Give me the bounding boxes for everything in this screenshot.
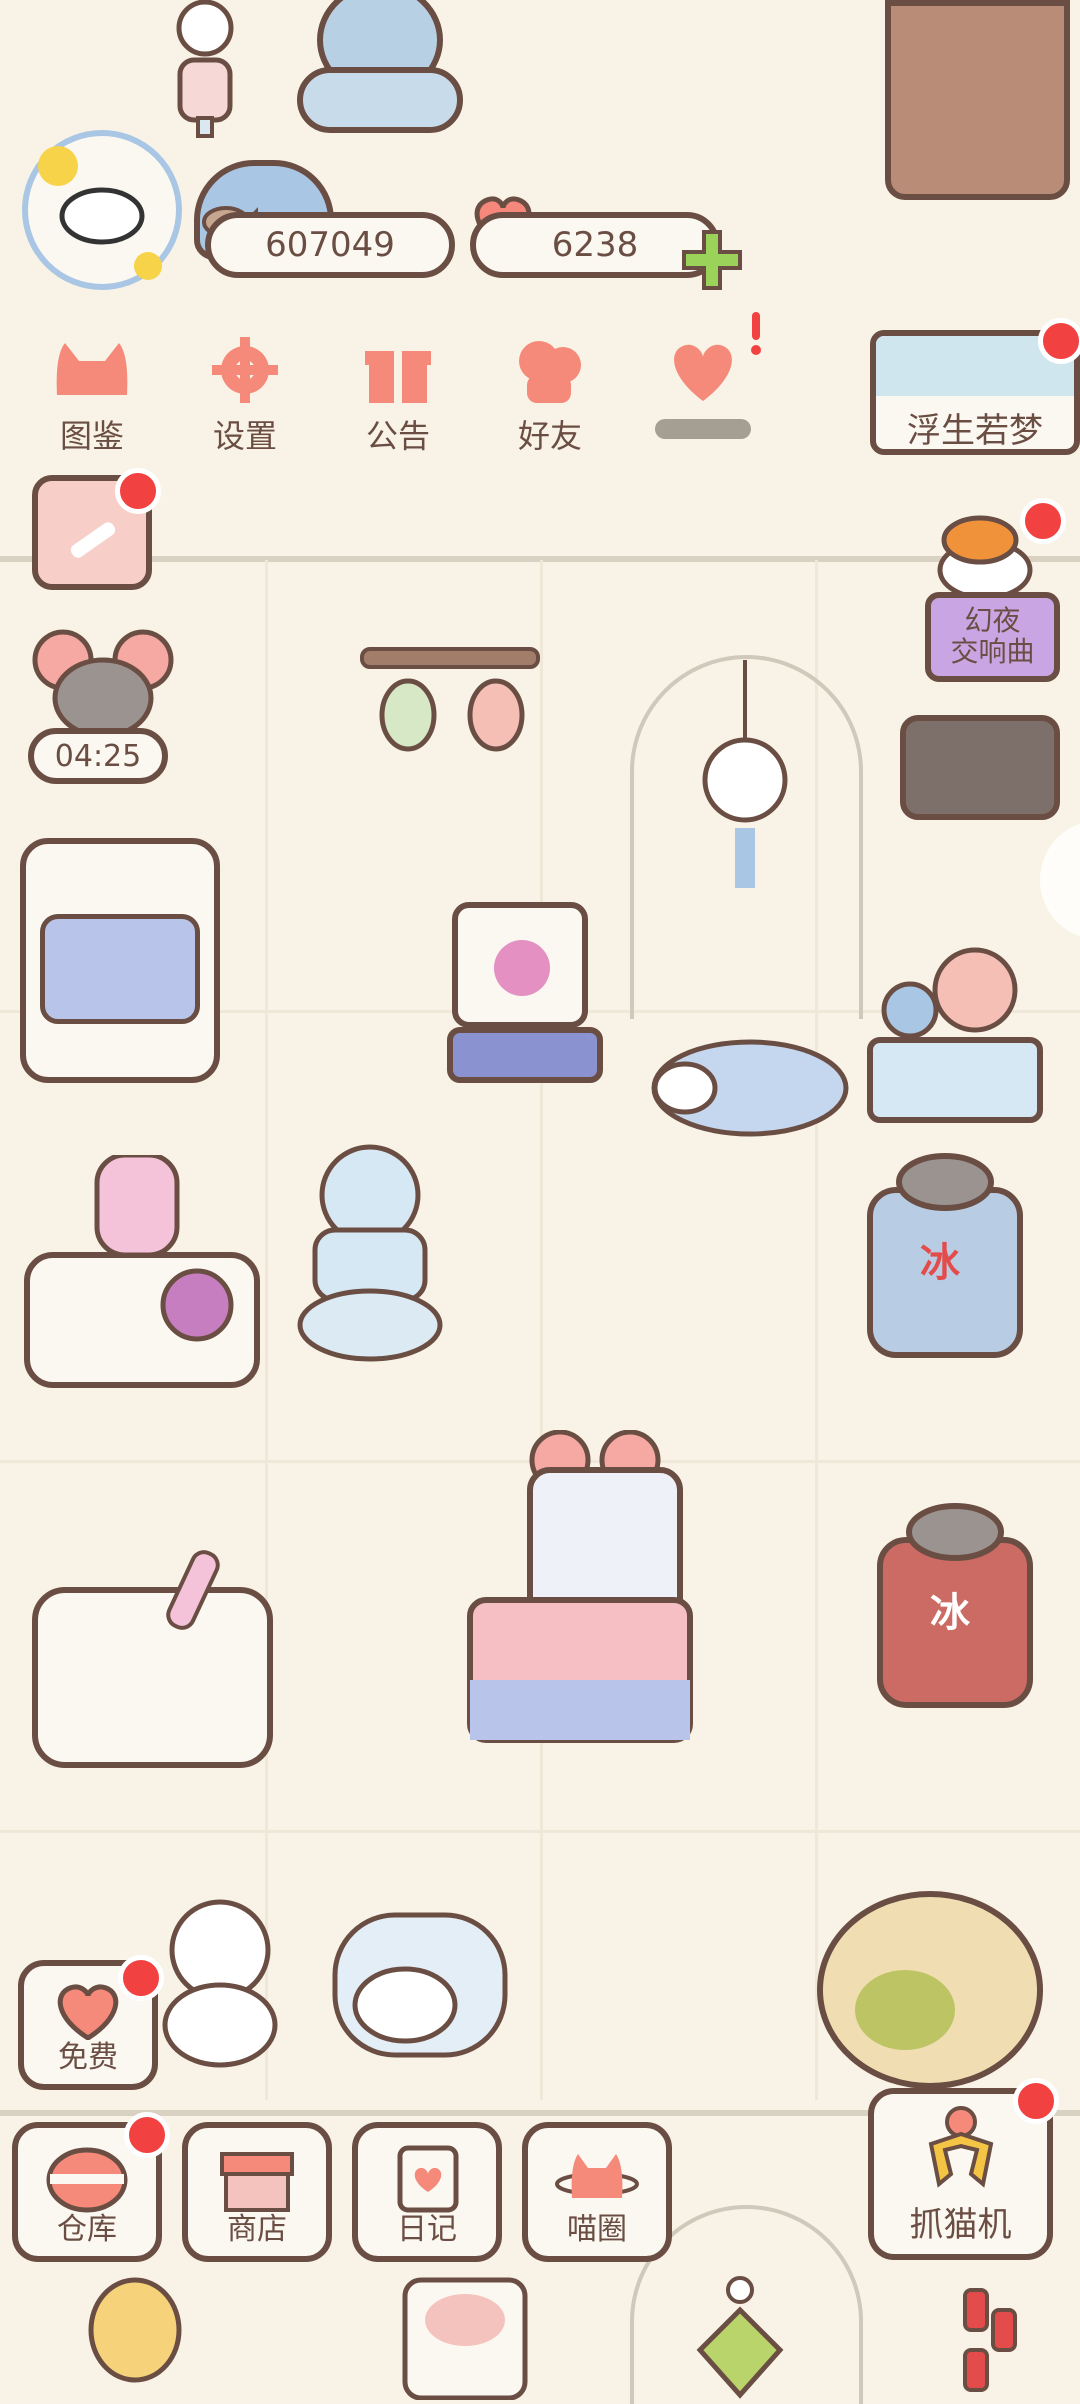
wardrobe-decor[interactable]	[885, 0, 1070, 200]
shaved-ice-machine-red[interactable]: 冰	[870, 1500, 1055, 1715]
gift-icon	[353, 335, 443, 405]
menu-notice-label: 公告	[365, 417, 430, 455]
nav-storage-label: 仓库	[57, 2212, 117, 2247]
event-sign-line2: 交响曲	[950, 635, 1035, 668]
menu-settings[interactable]: 设置	[175, 325, 315, 465]
plus-icon	[682, 230, 742, 290]
gear-icon	[200, 335, 290, 405]
floor-grid-line	[265, 560, 268, 2100]
fish-coin-counter: 607049	[205, 212, 455, 278]
easel-painting-decor[interactable]	[440, 900, 610, 1090]
free-gift-label: 免费	[58, 2040, 118, 2075]
shaved-ice-machine-blue[interactable]: 冰	[860, 1150, 1045, 1365]
menu-heart-tap-bar	[655, 419, 751, 439]
vending-fridge-decor[interactable]	[20, 838, 220, 1083]
nav-cat-circle-label: 喵圈	[567, 2212, 627, 2247]
event-banner-label: 浮生若梦	[907, 411, 1043, 451]
nav-cat-circle[interactable]: 喵圈	[522, 2122, 672, 2262]
seal-bed-decor[interactable]	[325, 1905, 515, 2065]
timer-widget[interactable]: 04:25	[28, 620, 178, 785]
nav-diary[interactable]: 日记	[352, 2122, 502, 2262]
timer-pill: 04:25	[28, 728, 168, 784]
firecracker-decor[interactable]	[945, 2280, 1035, 2400]
timer-value: 04:25	[54, 738, 142, 774]
blue-armchair-decor[interactable]	[280, 0, 480, 150]
alert-exclamation-icon	[748, 312, 764, 356]
event-sign[interactable]: 幻夜 交响曲	[925, 592, 1060, 682]
menu-friends[interactable]: 好友	[480, 325, 620, 465]
claw-machine-badge	[1013, 2078, 1059, 2124]
bunny-chalkboard-decor[interactable]	[900, 715, 1060, 820]
claw-icon	[928, 2106, 993, 2188]
nav-shop[interactable]: 商店	[182, 2122, 332, 2262]
add-hearts-button[interactable]	[680, 228, 744, 292]
mouse-face-icon	[32, 629, 174, 739]
ice-bear-sculpture-decor[interactable]	[295, 1140, 445, 1365]
menu-friends-label: 好友	[517, 417, 582, 455]
beehive-house-decor[interactable]	[810, 1860, 1050, 2090]
menu-collection-label: 图鉴	[59, 417, 124, 455]
nav-shop-label: 商店	[227, 2212, 287, 2247]
fridge-window	[40, 914, 200, 1024]
popsicle-freezer-decor[interactable]	[30, 1540, 280, 1775]
ice-machine-label-blue: 冰	[920, 1240, 960, 1286]
hanging-hat-decor[interactable]	[85, 2270, 185, 2400]
ice-machine-label-red: 冰	[930, 1590, 970, 1636]
edit-note-badge	[115, 468, 161, 514]
claw-machine-label: 抓猫机	[909, 2205, 1012, 2245]
event-banner-badge	[1038, 318, 1080, 364]
bear-holding-fish-decor[interactable]	[150, 1895, 290, 2070]
leaf-charm-decor[interactable]	[690, 2270, 790, 2400]
side-drawer-handle[interactable]	[1040, 820, 1080, 940]
bear-parfait-decor[interactable]	[150, 0, 260, 140]
floor-grid-line	[540, 560, 543, 2100]
player-avatar[interactable]	[22, 130, 182, 290]
nav-storage-badge	[124, 2112, 170, 2158]
mug-rack-decor[interactable]	[360, 645, 540, 755]
juice-table-decor[interactable]	[22, 1152, 262, 1395]
heart-tap-icon	[658, 335, 748, 405]
bunny-windchime-decor[interactable]	[690, 660, 800, 900]
cloud-book-decor[interactable]	[395, 2270, 535, 2401]
friends-icon	[505, 335, 595, 405]
heart-icon	[57, 1984, 119, 2041]
menu-settings-label: 设置	[212, 417, 277, 455]
floor-grid-line	[0, 1830, 1080, 1833]
icecream-stand-decor[interactable]	[865, 930, 1045, 1130]
cat-head-icon	[47, 335, 137, 405]
event-sign-badge	[1020, 498, 1066, 544]
mouse-claw-machine-decor[interactable]	[460, 1429, 720, 1750]
event-sign-line1: 幻夜	[964, 604, 1021, 638]
sheep-rug-decor[interactable]	[635, 1030, 850, 1140]
fish-coin-value: 607049	[265, 225, 395, 265]
free-gift-badge	[118, 1955, 164, 2001]
heart-value: 6238	[551, 225, 639, 265]
menu-notice[interactable]: 公告	[328, 325, 468, 465]
nav-diary-label: 日记	[397, 2212, 457, 2247]
menu-collection[interactable]: 图鉴	[22, 325, 162, 465]
